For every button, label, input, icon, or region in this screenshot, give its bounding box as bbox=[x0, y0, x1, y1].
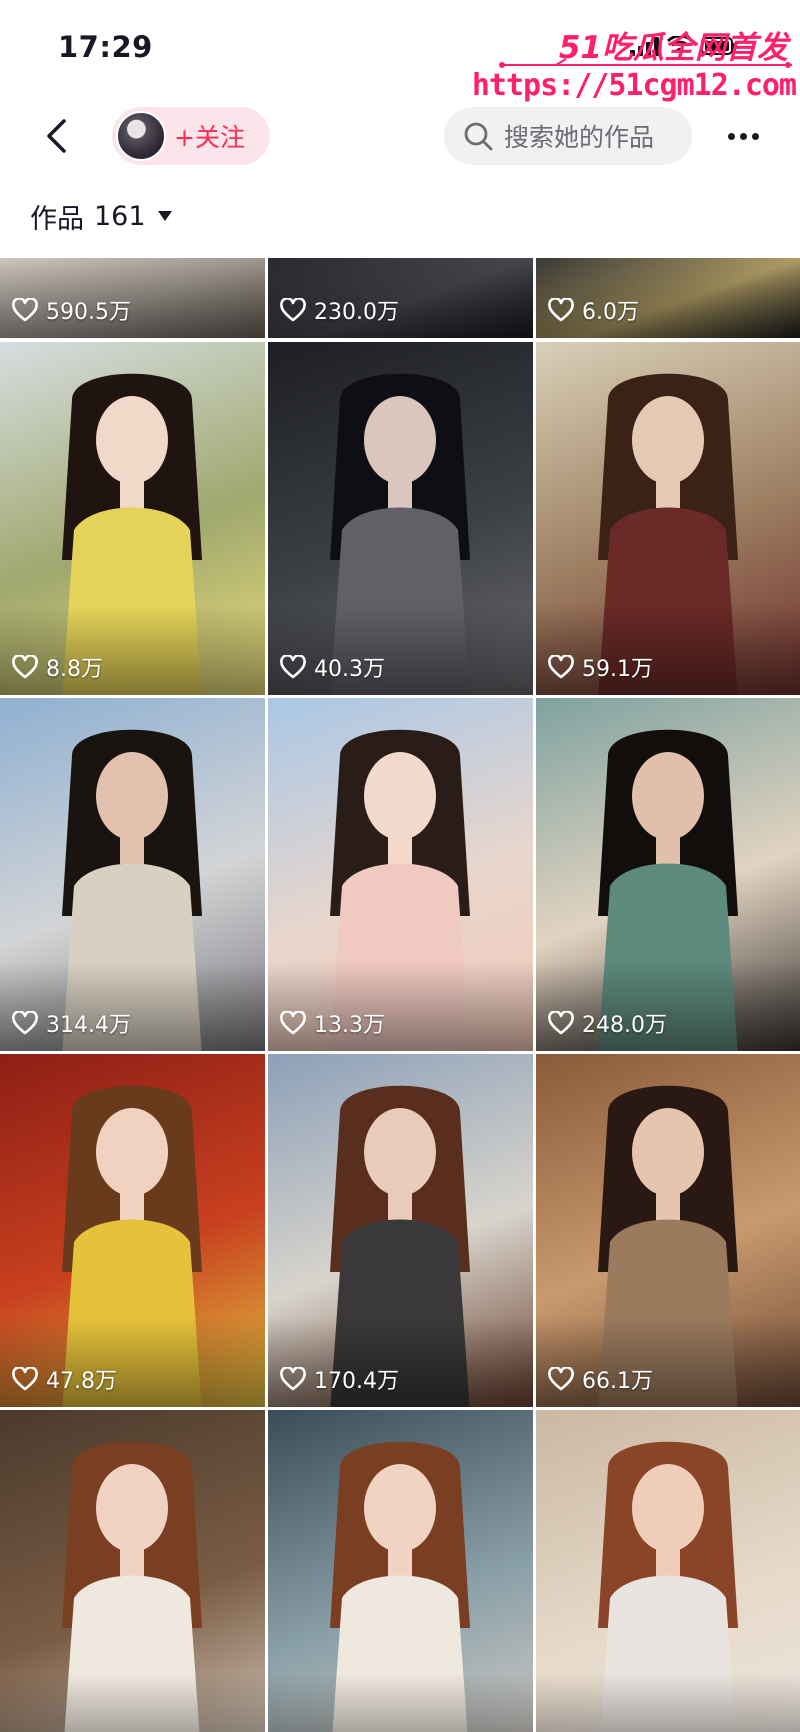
follow-label: +关注 bbox=[174, 123, 245, 152]
heart-icon bbox=[12, 1367, 38, 1391]
video-tile[interactable] bbox=[0, 1410, 265, 1732]
more-dots-icon bbox=[727, 132, 735, 140]
video-tile[interactable] bbox=[268, 1410, 533, 1732]
video-tile[interactable]: 47.8万 bbox=[0, 1054, 265, 1407]
like-count: 248.0万 bbox=[582, 1013, 667, 1038]
wifi-icon bbox=[667, 36, 693, 56]
like-count: 230.0万 bbox=[314, 300, 399, 325]
tile-shade bbox=[268, 1673, 533, 1732]
like-count: 590.5万 bbox=[46, 300, 131, 325]
like-row: 40.3万 bbox=[280, 651, 385, 683]
like-count: 66.1万 bbox=[582, 1369, 653, 1394]
like-row: 6.0万 bbox=[548, 294, 639, 326]
follow-button[interactable]: +关注 bbox=[112, 107, 270, 165]
heart-icon bbox=[280, 1367, 306, 1391]
back-arrow-icon bbox=[47, 119, 66, 153]
video-tile[interactable]: 248.0万 bbox=[536, 698, 800, 1051]
heart-icon bbox=[12, 298, 38, 322]
heart-icon bbox=[548, 1011, 574, 1035]
heart-icon bbox=[12, 655, 38, 679]
status-time: 17:29 bbox=[58, 30, 153, 64]
like-row: 66.1万 bbox=[548, 1363, 653, 1395]
like-row: 47.8万 bbox=[12, 1363, 117, 1395]
like-count: 13.3万 bbox=[314, 1013, 385, 1038]
works-sort-dropdown[interactable]: 作品 161 bbox=[30, 196, 172, 236]
like-row: 230.0万 bbox=[280, 294, 399, 326]
like-count: 170.4万 bbox=[314, 1369, 399, 1394]
like-row: 13.3万 bbox=[280, 1007, 385, 1039]
works-count: 161 bbox=[94, 200, 146, 232]
avatar[interactable] bbox=[116, 111, 166, 161]
more-options-button[interactable] bbox=[718, 114, 768, 158]
heart-icon bbox=[280, 298, 306, 322]
works-label: 作品 bbox=[30, 203, 84, 235]
video-tile[interactable]: 6.0万 bbox=[536, 258, 800, 338]
like-count: 8.8万 bbox=[46, 657, 103, 682]
video-tile[interactable]: 590.5万 bbox=[0, 258, 265, 338]
search-icon bbox=[462, 120, 494, 152]
search-works-input[interactable]: 搜索她的作品 bbox=[444, 107, 692, 165]
search-placeholder: 搜索她的作品 bbox=[504, 123, 655, 152]
nav-bar: +关注 搜索她的作品 bbox=[0, 96, 800, 176]
battery-icon bbox=[701, 37, 737, 55]
video-tile[interactable]: 230.0万 bbox=[268, 258, 533, 338]
heart-icon bbox=[548, 655, 574, 679]
heart-icon bbox=[548, 1367, 574, 1391]
like-count: 47.8万 bbox=[46, 1369, 117, 1394]
video-tile[interactable]: 8.8万 bbox=[0, 342, 265, 695]
status-bar: 17:29 bbox=[0, 0, 800, 96]
video-tile[interactable]: 66.1万 bbox=[536, 1054, 800, 1407]
heart-icon bbox=[548, 298, 574, 322]
heart-icon bbox=[280, 655, 306, 679]
video-grid: 590.5万 230.0万 6.0万 8.8万 40.3万 59.1万 314.… bbox=[0, 258, 800, 1732]
like-count: 6.0万 bbox=[582, 300, 639, 325]
like-row: 8.8万 bbox=[12, 651, 103, 683]
more-dot bbox=[739, 132, 747, 140]
like-row: 314.4万 bbox=[12, 1007, 131, 1039]
like-row: 248.0万 bbox=[548, 1007, 667, 1039]
like-count: 314.4万 bbox=[46, 1013, 131, 1038]
like-count: 59.1万 bbox=[582, 657, 653, 682]
caret-down-icon bbox=[157, 211, 172, 221]
tile-shade bbox=[536, 1673, 800, 1732]
like-row: 590.5万 bbox=[12, 294, 131, 326]
heart-icon bbox=[280, 1011, 306, 1035]
more-dot bbox=[751, 132, 759, 140]
like-count: 40.3万 bbox=[314, 657, 385, 682]
signal-icon bbox=[630, 36, 659, 56]
heart-icon bbox=[12, 1011, 38, 1035]
video-tile[interactable]: 13.3万 bbox=[268, 698, 533, 1051]
tile-shade bbox=[0, 1673, 265, 1732]
back-button[interactable] bbox=[34, 114, 78, 158]
video-tile[interactable]: 314.4万 bbox=[0, 698, 265, 1051]
like-row: 59.1万 bbox=[548, 651, 653, 683]
video-tile[interactable]: 170.4万 bbox=[268, 1054, 533, 1407]
like-row: 170.4万 bbox=[280, 1363, 399, 1395]
video-tile[interactable]: 40.3万 bbox=[268, 342, 533, 695]
video-tile[interactable] bbox=[536, 1410, 800, 1732]
video-tile[interactable]: 59.1万 bbox=[536, 342, 800, 695]
status-icons bbox=[630, 36, 737, 56]
